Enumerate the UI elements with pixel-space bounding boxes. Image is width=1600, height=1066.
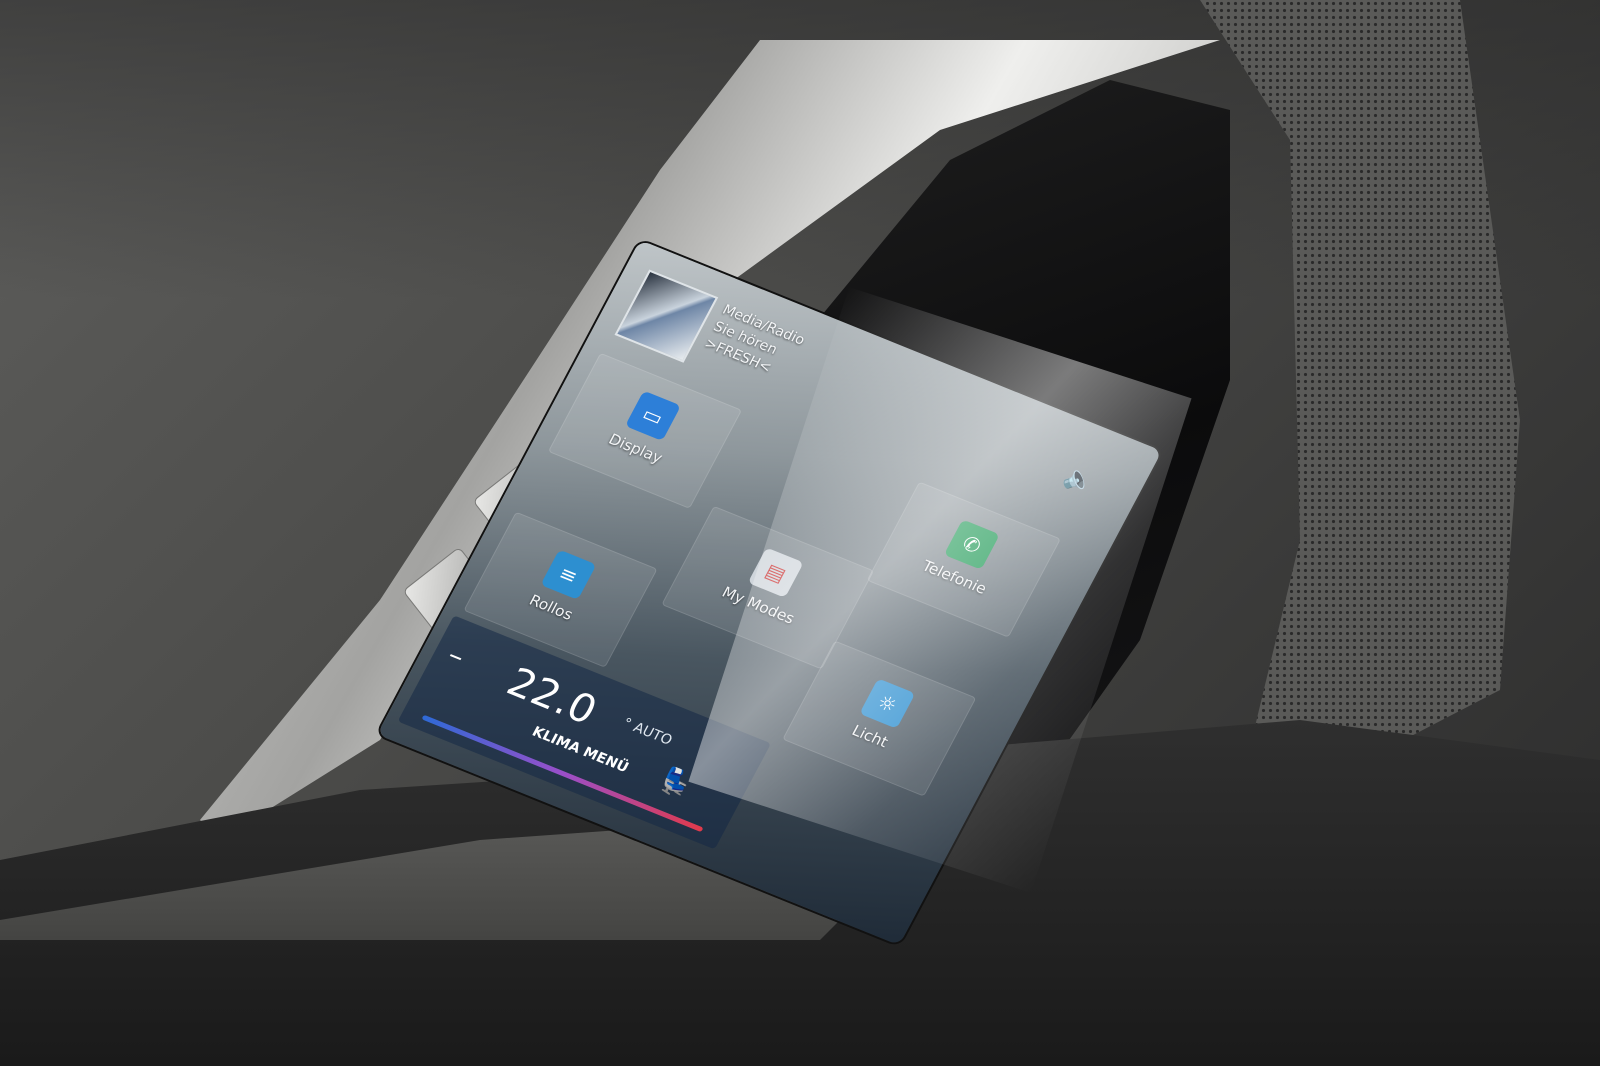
blinds-icon: ≡ xyxy=(540,549,597,600)
speaker-icon[interactable]: 🔈 xyxy=(1059,462,1100,498)
climate-mode: ° AUTO xyxy=(619,715,675,749)
temp-decrease-button[interactable]: – xyxy=(442,638,471,672)
media-text: Media/Radio Sie hören >FRESH< xyxy=(701,301,808,384)
modes-icon: ▤ xyxy=(747,547,804,598)
seat-heating-icon[interactable]: 💺 xyxy=(653,764,697,803)
display-settings-icon: ▭ xyxy=(624,390,682,441)
phone-icon: ✆ xyxy=(943,519,1000,570)
temperature-value: 22.0 xyxy=(499,659,605,734)
car-door-interior: ⌂ 🔓 🔒 Media/Radio Sie hören >FRESH< 🔈 ▭ … xyxy=(0,0,1600,1066)
light-icon: ☼ xyxy=(859,678,916,729)
